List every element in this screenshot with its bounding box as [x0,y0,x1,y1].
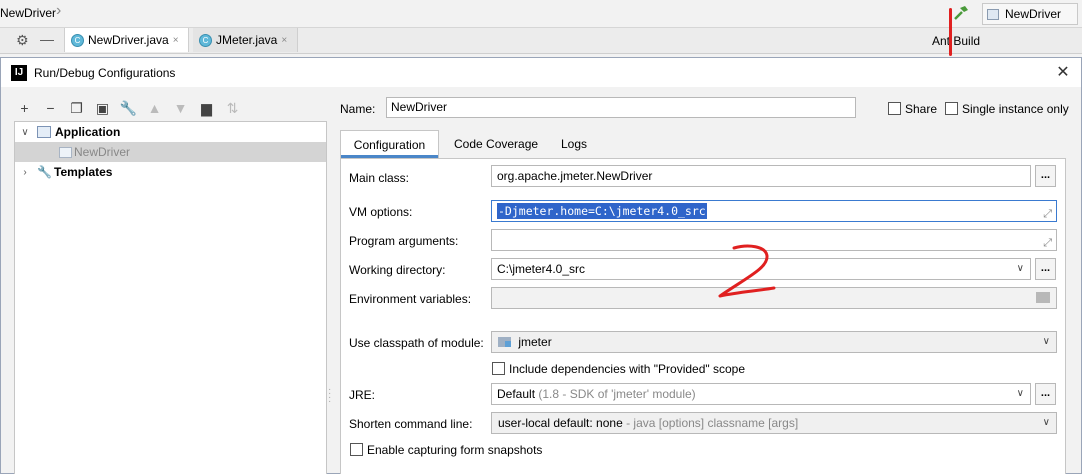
tab-label: JMeter.java [216,33,278,47]
capture-snapshots-label: Enable capturing form snapshots [367,443,543,457]
gear-icon[interactable]: ⚙ [16,32,29,49]
jre-field[interactable]: Default (1.8 - SDK of 'jmeter' module) ∨ [491,383,1031,405]
red-annotation-stroke [949,8,952,56]
wrench-icon[interactable]: 🔧 [119,99,138,118]
environment-variables-label: Environment variables: [349,292,472,306]
share-checkbox[interactable] [888,102,901,115]
tab-logs[interactable]: Logs [561,130,587,158]
remove-icon[interactable]: − [41,99,60,118]
application-config-icon [59,146,72,158]
chevron-down-icon: ∨ [1042,336,1050,347]
shorten-command-line-value: user-local default: none [498,416,623,430]
single-instance-checkbox[interactable] [945,102,958,115]
add-icon[interactable]: + [15,99,34,118]
chevron-right-icon[interactable]: › [19,167,31,178]
close-icon[interactable]: × [173,35,179,46]
jre-value: Default [497,387,536,401]
red-annotation-number-two [718,244,776,298]
working-directory-label: Working directory: [349,263,446,277]
build-hammer-icon[interactable] [952,4,970,22]
shorten-command-line-label: Shorten command line: [349,417,473,431]
wrench-icon: 🔧 [37,165,52,179]
close-button[interactable]: ✕ [1053,62,1073,82]
shorten-command-line-select[interactable]: user-local default: none - java [options… [491,412,1057,434]
dialog-title-bar: IJ Run/Debug Configurations [1,58,1081,87]
editor-tab-bar: ⚙ — C NewDriver.java × C JMeter.java × A… [0,28,1082,54]
run-config-label: NewDriver [1005,7,1062,21]
minimize-icon[interactable]: — [40,31,54,47]
tab-label: NewDriver.java [88,33,169,47]
expand-icon[interactable]: ⤢ [1043,233,1052,250]
chevron-down-icon[interactable]: ∨ [19,127,31,138]
application-icon [37,126,51,138]
ide-navigation-bar: NewDriver › NewDriver [0,0,1082,28]
jre-label: JRE: [349,388,376,402]
vm-options-label: VM options: [349,205,413,219]
dialog-title: Run/Debug Configurations [34,65,176,80]
copy-icon[interactable]: ❐ [67,99,86,118]
tree-item-templates[interactable]: › 🔧 Templates [15,162,326,182]
chevron-right-icon: › [56,2,62,19]
name-label: Name: [340,102,376,116]
breadcrumb[interactable]: NewDriver [0,6,56,20]
main-class-label: Main class: [349,171,410,185]
sort-icon[interactable]: ⇅ [223,99,242,118]
include-provided-label: Include dependencies with "Provided" sco… [509,362,746,376]
folder-icon[interactable] [1036,292,1050,303]
tree-item-label: Application [55,125,121,139]
tab-newdriver-java[interactable]: C NewDriver.java × [64,28,189,52]
classpath-module-select[interactable]: jmeter ∨ [491,331,1057,353]
name-input[interactable]: NewDriver [386,97,856,118]
tree-item-label: Templates [54,165,113,179]
browse-main-class-button[interactable]: ... [1035,165,1056,187]
tree-item-label: NewDriver [74,145,131,159]
chevron-down-icon[interactable]: ∨ [1017,384,1024,404]
intellij-icon: IJ [11,64,27,81]
tree-item-application[interactable]: ∨ Application [15,122,326,142]
tab-configuration[interactable]: Configuration [340,130,439,158]
tree-item-newdriver[interactable]: NewDriver [15,142,326,162]
java-class-icon: C [71,33,84,47]
save-icon[interactable]: ▣ [93,99,112,118]
vm-options-value: -Djmeter.home=C:\jmeter4.0_src [497,203,707,219]
working-directory-value: C:\jmeter4.0_src [497,262,586,276]
chevron-down-icon[interactable]: ∨ [1017,259,1024,279]
browse-working-directory-button[interactable]: ... [1035,258,1056,280]
tab-code-coverage[interactable]: Code Coverage [454,130,538,158]
ant-build-tool-window[interactable]: Ant Build [932,34,980,48]
run-debug-configurations-dialog: IJ Run/Debug Configurations ✕ + − ❐ ▣ 🔧 … [0,57,1082,474]
config-tree: ∨ Application NewDriver › 🔧 Templates [14,121,327,474]
main-class-field[interactable]: org.apache.jmeter.NewDriver [491,165,1031,187]
application-config-icon [987,8,999,20]
folder-icon[interactable]: ▆ [197,99,216,118]
run-config-selector[interactable]: NewDriver [982,3,1078,25]
module-folder-icon [498,337,511,347]
shorten-command-line-hint: - java [options] classname [args] [626,416,799,430]
include-provided-checkbox[interactable] [492,362,505,375]
classpath-module-value: jmeter [518,335,552,349]
splitter-handle[interactable]: · · · · [328,385,331,407]
close-icon[interactable]: × [281,35,287,46]
program-arguments-label: Program arguments: [349,234,459,248]
capture-snapshots-checkbox[interactable] [350,443,363,456]
java-class-icon: C [199,33,212,47]
vm-options-field[interactable]: -Djmeter.home=C:\jmeter4.0_src ⤢ [491,200,1057,222]
single-instance-label: Single instance only [962,102,1069,116]
browse-jre-button[interactable]: ... [1035,383,1056,405]
jre-hint: (1.8 - SDK of 'jmeter' module) [538,387,696,401]
move-down-icon[interactable]: ▼ [171,99,190,118]
chevron-down-icon: ∨ [1042,417,1050,428]
config-toolbar: + − ❐ ▣ 🔧 ▲ ▼ ▆ ⇅ [15,98,242,118]
expand-icon[interactable]: ⤢ [1043,204,1052,221]
move-up-icon[interactable]: ▲ [145,99,164,118]
classpath-module-label: Use classpath of module: [349,336,484,350]
share-label: Share [905,102,938,116]
tab-jmeter-java[interactable]: C JMeter.java × [193,28,298,52]
